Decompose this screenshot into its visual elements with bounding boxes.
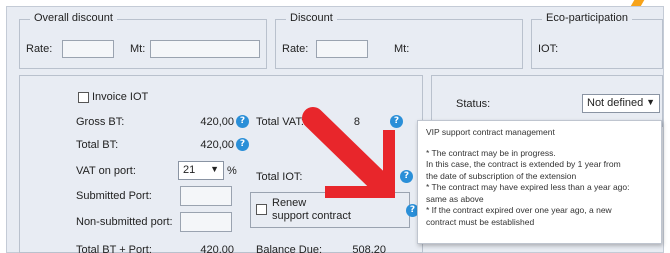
total-bt-value: 420,00	[200, 139, 234, 151]
overall-discount-mt-label: Mt:	[130, 43, 146, 55]
vat-port-value: 21	[183, 164, 196, 176]
status-label: Status:	[456, 98, 491, 110]
total-bt-port-value: 420,00	[200, 244, 234, 253]
overall-discount-rate-label: Rate:	[26, 43, 53, 55]
eco-participation-title: Eco-participation	[542, 12, 632, 24]
total-iot-label: Total IOT:	[256, 171, 303, 183]
gross-bt-label: Gross BT:	[76, 116, 125, 128]
total-vat-value: 8	[353, 116, 360, 128]
total-bt-info-icon[interactable]: ?	[236, 138, 249, 151]
vip-support-tooltip: VIP support contract management * The co…	[417, 120, 662, 244]
invoice-iot-label: Invoice IOT	[92, 91, 149, 103]
tooltip-title: VIP support contract management	[426, 127, 555, 137]
renew-contract-checkbox[interactable]	[256, 204, 267, 215]
overall-discount-mt-input[interactable]	[150, 40, 260, 58]
overall-discount-rate-input[interactable]	[62, 40, 114, 58]
percent-sign: %	[227, 165, 237, 177]
tooltip-line: * The contract may be in progress.	[426, 147, 556, 158]
invoice-iot-checkbox[interactable]	[78, 92, 89, 103]
overall-discount-group: Overall discount Rate: Mt:	[19, 12, 267, 69]
discount-mt-label: Mt:	[394, 43, 410, 55]
chevron-down-icon: ▼	[646, 97, 655, 107]
gross-bt-value: 420,00	[200, 116, 234, 128]
tooltip-line: same as above	[426, 193, 484, 204]
tooltip-line: * If the contract expired over one year …	[426, 205, 612, 215]
discount-rate-label: Rate:	[282, 43, 309, 55]
eco-participation-group: Eco-participation IOT:	[531, 12, 663, 69]
renew-label-line2: support contract	[272, 210, 351, 222]
discount-group: Discount Rate: Mt:	[275, 12, 523, 69]
tooltip-line: the date of subscription of the extensio…	[426, 170, 577, 181]
submitted-port-label: Submitted Port:	[76, 190, 152, 202]
tooltip-line: contract must be established	[426, 216, 535, 227]
status-select[interactable]: Not defined ▼	[582, 94, 660, 113]
vat-port-label: VAT on port:	[76, 165, 136, 177]
renew-label-line1: Renew	[272, 197, 307, 209]
balance-due-value: 508,20	[352, 244, 386, 253]
non-submitted-port-label: Non-submitted port:	[76, 216, 173, 228]
total-iot-info-icon[interactable]: ?	[400, 170, 413, 183]
total-bt-port-label: Total BT + Port:	[76, 244, 152, 253]
vat-port-select[interactable]: 21 ▼	[178, 161, 224, 180]
right-border	[664, 0, 670, 253]
tooltip-line: * The contract may have expired less tha…	[426, 182, 630, 192]
overall-discount-title: Overall discount	[30, 12, 117, 24]
balance-due-label: Balance Due:	[256, 244, 323, 253]
chevron-down-icon: ▼	[210, 164, 219, 174]
non-submitted-port-input[interactable]	[180, 212, 232, 232]
gross-bt-info-icon[interactable]: ?	[236, 115, 249, 128]
total-vat-label: Total VAT:	[256, 116, 304, 128]
totals-group: Invoice IOT Gross BT: 420,00 ? Total BT:…	[19, 75, 423, 253]
discount-rate-input[interactable]	[316, 40, 368, 58]
submitted-port-input[interactable]	[180, 186, 232, 206]
discount-title: Discount	[286, 12, 337, 24]
tooltip-line: In this case, the contract is extended b…	[426, 159, 621, 169]
total-vat-info-icon[interactable]: ?	[390, 115, 403, 128]
eco-iot-label: IOT:	[538, 43, 559, 55]
total-bt-label: Total BT:	[76, 139, 119, 151]
status-value: Not defined	[587, 97, 644, 109]
